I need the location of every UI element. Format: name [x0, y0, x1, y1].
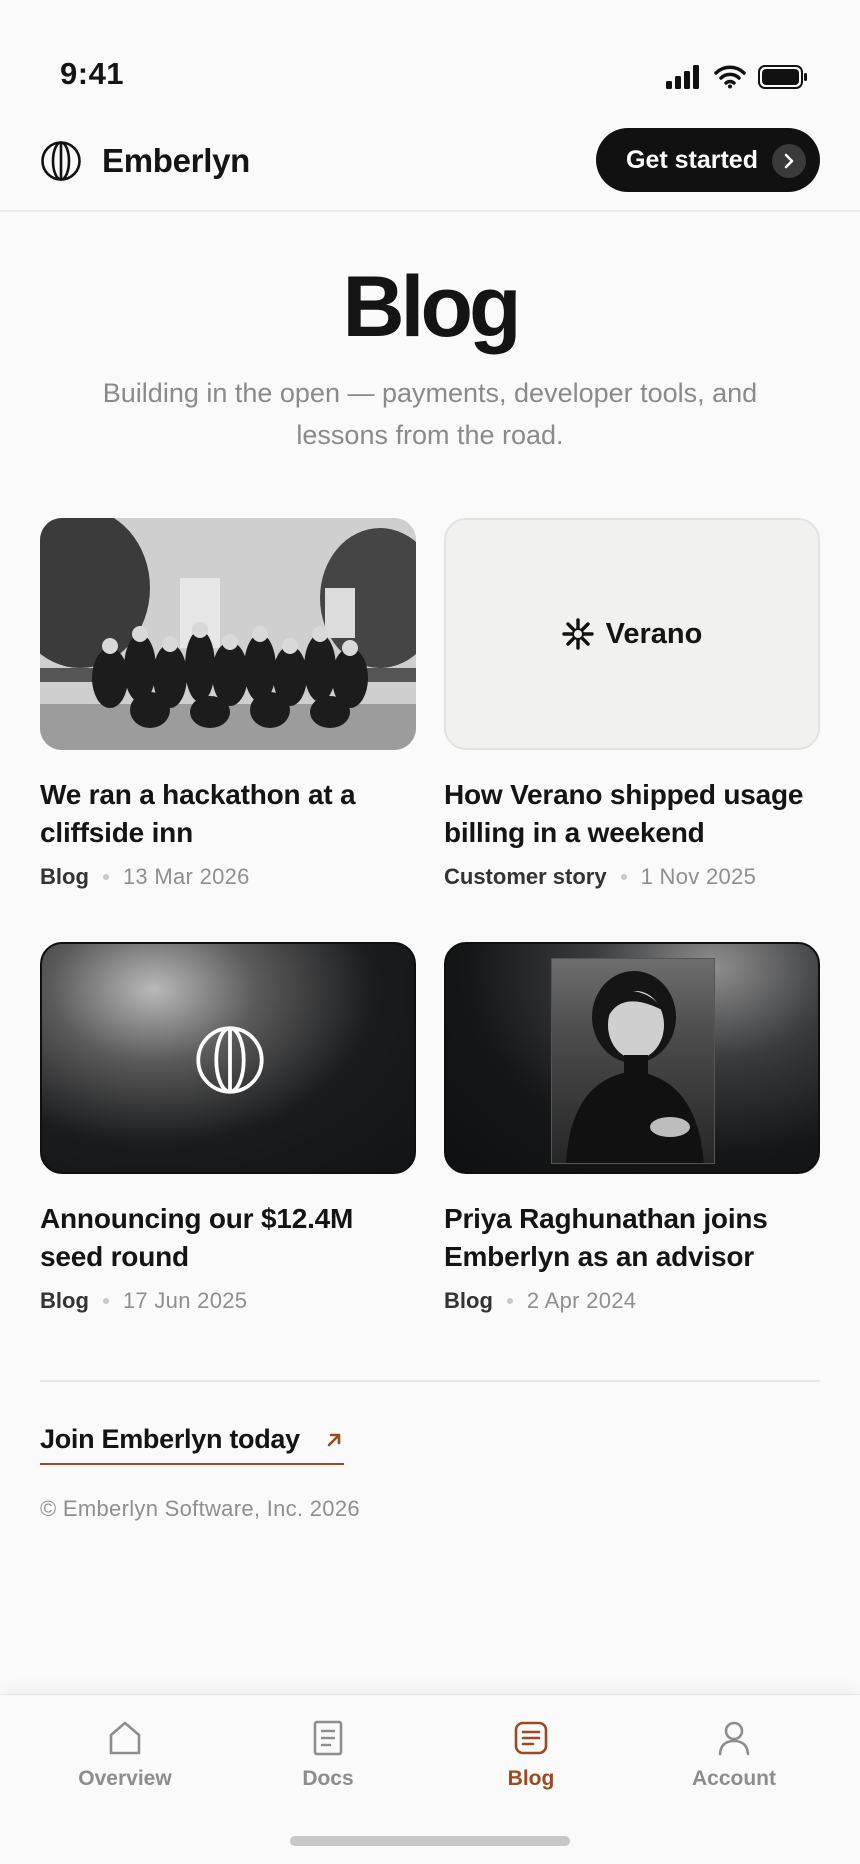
brand-name: Emberlyn — [102, 142, 250, 179]
verano-logo-tile: Verano — [444, 518, 820, 750]
brand[interactable]: Emberlyn — [40, 140, 250, 182]
tab-overview[interactable]: Overview — [35, 1719, 215, 1791]
tab-label: Blog — [507, 1767, 555, 1790]
separator-dot — [102, 1298, 109, 1304]
post-date: 13 Mar 2026 — [122, 864, 250, 889]
advisor-portrait — [551, 958, 715, 1164]
tab-label: Docs — [302, 1767, 354, 1790]
post-title: Announcing our $12.4M seed round — [40, 1203, 354, 1272]
copyright: © Emberlyn Software, Inc. 2026 — [40, 1496, 360, 1521]
post-date: 17 Jun 2025 — [122, 1288, 248, 1313]
get-started-label: Get started — [626, 145, 758, 174]
tab-account[interactable]: Account — [644, 1719, 824, 1791]
emberlyn-logo-icon — [41, 141, 81, 181]
page-subtitle: Building in the open — payments, develop… — [102, 378, 758, 450]
wifi-icon — [714, 65, 746, 89]
signal-icon — [666, 65, 699, 89]
status-time: 9:41 — [60, 56, 125, 91]
status-icons — [666, 64, 808, 90]
post-title: Priya Raghunathan joins Emberlyn as an a… — [444, 1203, 768, 1272]
blog-icon — [514, 1721, 548, 1755]
chevron-right-icon — [772, 144, 806, 178]
home-indicator — [290, 1836, 570, 1846]
footer-divider — [40, 1380, 820, 1382]
status-bar: 9:41 — [0, 0, 860, 118]
tab-label: Overview — [78, 1767, 172, 1790]
battery-icon — [758, 65, 807, 89]
page-title: Blog — [342, 259, 521, 355]
join-label: Join Emberlyn today — [40, 1424, 300, 1454]
post-card[interactable]: We ran a hackathon at a cliffside inn Bl… — [40, 518, 416, 890]
post-card[interactable]: Verano How Verano shipped usage billing … — [444, 518, 820, 890]
get-started-button[interactable]: Get started — [596, 128, 820, 192]
post-meta: Blog 13 Mar 2026 — [40, 864, 416, 890]
join-link[interactable]: Join Emberlyn today — [40, 1424, 344, 1465]
post-category: Blog — [40, 864, 89, 889]
advisor-cover — [444, 942, 820, 1174]
post-category: Blog — [40, 1288, 89, 1313]
emberlyn-logo-icon — [196, 1026, 264, 1094]
document-icon — [313, 1720, 343, 1756]
post-meta: Blog 17 Jun 2025 — [40, 1288, 416, 1314]
tab-label: Account — [692, 1767, 776, 1790]
post-category: Blog — [444, 1288, 493, 1313]
verano-wordmark: Verano — [605, 617, 703, 650]
tab-docs[interactable]: Docs — [238, 1719, 418, 1791]
post-title: How Verano shipped usage billing in a we… — [444, 779, 804, 848]
home-icon — [109, 1721, 141, 1755]
top-nav: Emberlyn Get started — [0, 118, 860, 212]
post-meta: Customer story 1 Nov 2025 — [444, 864, 820, 890]
separator-dot — [620, 874, 627, 880]
arrow-up-right-icon — [327, 1433, 341, 1446]
user-icon — [718, 1721, 750, 1756]
post-card[interactable]: Announcing our $12.4M seed round Blog 17… — [40, 942, 416, 1314]
tab-blog[interactable]: Blog — [441, 1719, 621, 1791]
seed-round-cover — [40, 942, 416, 1174]
hackathon-group-photo — [40, 518, 416, 750]
post-date: 2 Apr 2024 — [526, 1288, 637, 1313]
post-title: We ran a hackathon at a cliffside inn — [40, 779, 356, 848]
separator-dot — [506, 1298, 513, 1304]
post-card[interactable]: Priya Raghunathan joins Emberlyn as an a… — [444, 942, 820, 1314]
post-date: 1 Nov 2025 — [640, 864, 757, 889]
separator-dot — [102, 874, 109, 880]
asterisk-icon — [561, 618, 594, 650]
post-meta: Blog 2 Apr 2024 — [444, 1288, 820, 1314]
post-category: Customer story — [444, 864, 607, 889]
